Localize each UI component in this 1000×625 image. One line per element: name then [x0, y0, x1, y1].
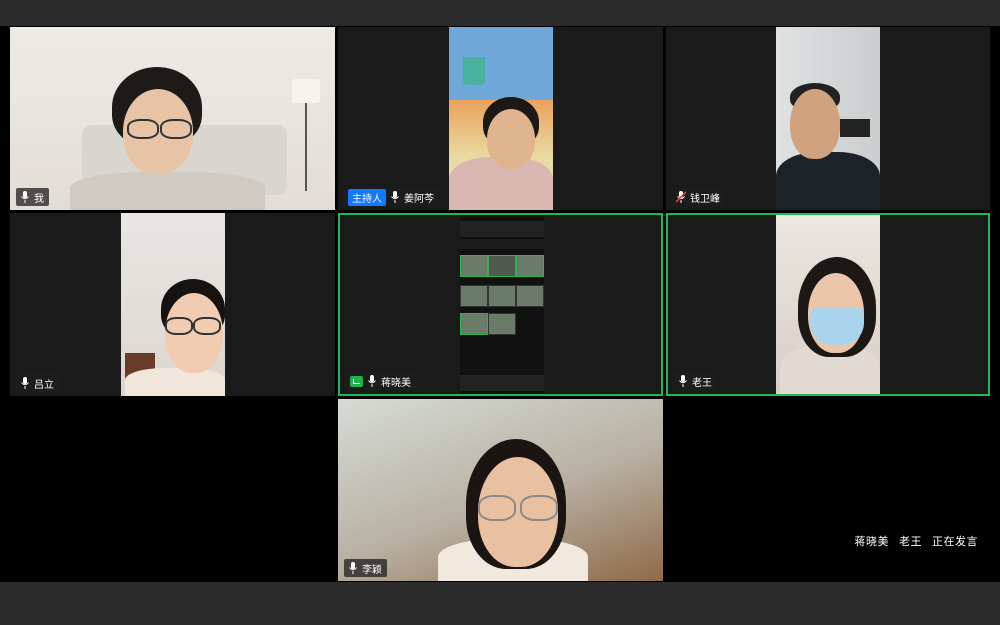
- microphone-icon: [21, 191, 29, 203]
- participant-name: 吕立: [34, 379, 54, 391]
- participant-name: 老王: [692, 377, 712, 389]
- host-badge: 主持人: [348, 188, 386, 206]
- microphone-icon: [349, 562, 357, 574]
- speaking-suffix: 正在发言: [932, 535, 978, 548]
- microphone-icon: [368, 375, 376, 387]
- video-tile-li-ying[interactable]: 李颖: [338, 399, 663, 581]
- participant-name: 姜阿芩: [404, 193, 434, 205]
- participant-name: 蒋晓美: [381, 377, 411, 389]
- floor-lamp: [292, 79, 320, 103]
- shared-screen-phone: [460, 215, 544, 394]
- video-feed-li-ying: [338, 399, 663, 581]
- name-tag-lao-wang: 老王: [674, 372, 717, 390]
- participant-name: 钱卫峰: [690, 193, 720, 205]
- bottom-toolbar: [0, 582, 1000, 625]
- participant-name: 李颖: [362, 564, 382, 576]
- video-feed-qian-weifeng: [776, 27, 880, 210]
- name-tag-jiang-xiaomei: 蒋晓美: [346, 372, 416, 390]
- speaking-status: 蒋晓美 老王 正在发言: [849, 533, 979, 549]
- video-feed-me: [10, 27, 335, 210]
- name-tag-jiang-ayun: 主持人 姜阿芩: [344, 188, 439, 206]
- microphone-icon: [679, 375, 687, 387]
- video-tile-qian-weifeng[interactable]: 钱卫峰: [666, 27, 990, 210]
- speaker-name: 老王: [899, 535, 922, 548]
- name-tag-li-ying: 李颖: [344, 559, 387, 577]
- screen-share-icon: [350, 375, 363, 387]
- microphone-muted-icon: [676, 191, 686, 203]
- video-tile-me[interactable]: 我: [10, 27, 335, 210]
- video-feed-lv-li: [121, 213, 225, 396]
- top-toolbar: [0, 0, 1000, 26]
- video-tile-jiang-ayun[interactable]: 主持人 姜阿芩: [338, 27, 663, 210]
- participant-name: 我: [34, 193, 44, 205]
- microphone-icon: [21, 377, 29, 389]
- video-tile-jiang-xiaomei[interactable]: 蒋晓美: [338, 213, 663, 396]
- name-tag-me: 我: [16, 188, 49, 206]
- video-feed-lao-wang: [776, 215, 880, 394]
- name-tag-lv-li: 吕立: [16, 374, 59, 392]
- speaker-name: 蒋晓美: [854, 535, 889, 548]
- video-feed-jiang-ayun: [449, 27, 553, 210]
- name-tag-qian-weifeng: 钱卫峰: [672, 188, 725, 206]
- video-tile-lv-li[interactable]: 吕立: [10, 213, 335, 396]
- video-tile-lao-wang[interactable]: 老王: [666, 213, 990, 396]
- microphone-icon: [391, 191, 399, 203]
